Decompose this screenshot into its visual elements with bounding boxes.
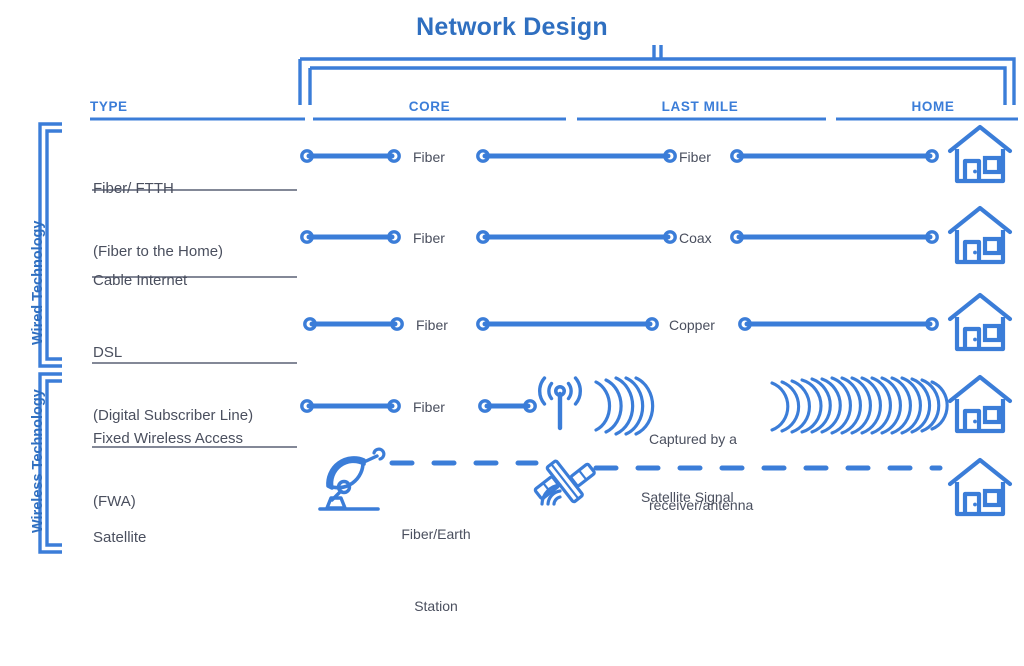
row-type-line1: Fixed Wireless Access (93, 430, 244, 447)
network-design-bracket (298, 45, 1016, 105)
row-cable-internet-graphics (300, 208, 1010, 262)
antenna-tower-icon (540, 378, 581, 428)
row5-core-label: Fiber/Earth Station (388, 474, 484, 666)
row4-last-mile-label: Captured by a receiver/antenna (649, 384, 753, 560)
column-header-home: HOME (911, 99, 955, 114)
group-label-wireless: Wireless Technology (30, 389, 46, 533)
house-icon (950, 295, 1010, 349)
house-icon (950, 208, 1010, 262)
row4-core-label: Fiber (413, 399, 445, 415)
row4-last-mile-line1: Captured by a (649, 431, 737, 447)
page-title: Network Design (416, 13, 608, 41)
row2-core-label: Fiber (413, 230, 445, 246)
row-type-line1: Fiber/ FTTH (93, 180, 174, 197)
column-header-core: CORE (408, 99, 451, 114)
row3-core-label: Fiber (416, 317, 448, 333)
radio-waves-train-icon (770, 376, 949, 435)
house-icon (950, 460, 1010, 514)
row2-last-mile-label: Coax (679, 230, 712, 246)
house-icon (950, 377, 1010, 431)
network-design-diagram: Network Design TYPE CORE LAST MILE HOME … (0, 0, 1024, 614)
row-dsl-graphics (303, 295, 1010, 349)
row-type-line1: DSL (93, 344, 123, 361)
column-header-type: TYPE (90, 99, 128, 114)
row1-last-mile-label: Fiber (679, 149, 711, 165)
row-fiber-ftth-graphics (300, 127, 1010, 181)
row-type-line1: Cable Internet (93, 272, 188, 289)
row5-last-mile-label: Satellite Signal (641, 489, 734, 505)
row5-core-line1: Fiber/Earth (401, 526, 471, 542)
column-header-last-mile: LAST MILE (661, 99, 739, 114)
satellite-icon (526, 444, 603, 519)
row-type-line1: Satellite (93, 529, 147, 546)
row5-core-line2: Station (414, 598, 458, 614)
group-label-wired: Wired Technology (30, 220, 46, 345)
satellite-dish-icon (318, 447, 386, 511)
radio-waves-icon (594, 376, 655, 436)
house-icon (950, 127, 1010, 181)
row3-last-mile-label: Copper (669, 317, 715, 333)
row-type-satellite: Satellite (93, 485, 146, 590)
row1-core-label: Fiber (413, 149, 445, 165)
